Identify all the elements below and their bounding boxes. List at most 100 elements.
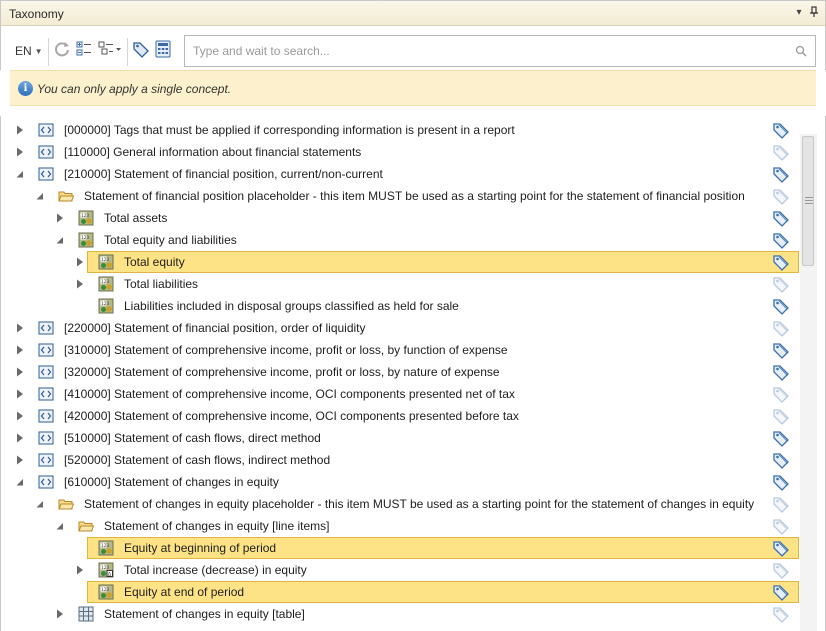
- panel-menu-icon[interactable]: ▾: [793, 6, 805, 20]
- tree-row-label: [310000] Statement of comprehensive inco…: [64, 343, 508, 357]
- tree-row[interactable]: [310000] Statement of comprehensive inco…: [1, 339, 801, 361]
- info-bar: i You can only apply a single concept.: [10, 70, 816, 106]
- apply-tag-icon[interactable]: [772, 209, 790, 227]
- tree-row[interactable]: [320000] Statement of comprehensive inco…: [1, 361, 801, 383]
- apply-tag-disabled-icon[interactable]: [772, 385, 790, 403]
- apply-tag-disabled-icon[interactable]: [772, 605, 790, 623]
- tree-row[interactable]: [110000] General information about finan…: [1, 141, 801, 163]
- tree-row[interactable]: 123 Total liabilities: [1, 273, 801, 295]
- apply-tag-disabled-icon[interactable]: [772, 495, 790, 513]
- tree-row-label: [110000] General information about finan…: [64, 145, 362, 159]
- expand-tree-icon[interactable]: [75, 40, 93, 58]
- apply-tag-disabled-icon[interactable]: [772, 143, 790, 161]
- collapse-arrow-icon[interactable]: [54, 520, 66, 532]
- collapse-arrow-icon[interactable]: [14, 168, 26, 180]
- tree-row[interactable]: Statement of changes in equity placehold…: [1, 493, 801, 515]
- tree-row-label: Statement of changes in equity [table]: [104, 607, 305, 621]
- tree-row[interactable]: Statement of financial position placehol…: [1, 185, 801, 207]
- apply-tag-disabled-icon[interactable]: [772, 275, 790, 293]
- section-icon: [38, 408, 54, 424]
- apply-tag-icon[interactable]: [772, 451, 790, 469]
- apply-tag-icon[interactable]: [772, 341, 790, 359]
- monetary-concept-icon: 123: [78, 232, 94, 248]
- search-box[interactable]: [184, 35, 816, 67]
- expand-arrow-icon[interactable]: [14, 344, 26, 356]
- tree-row[interactable]: 123 Total assets: [1, 207, 801, 229]
- tree-row[interactable]: 123 Total equity: [1, 251, 801, 273]
- collapse-arrow-icon[interactable]: [34, 190, 46, 202]
- section-icon: [38, 166, 54, 182]
- collapse-arrow-icon[interactable]: [34, 498, 46, 510]
- tree-row[interactable]: 123 Equity at beginning of period: [1, 537, 801, 559]
- expand-arrow-icon[interactable]: [14, 388, 26, 400]
- apply-tag-disabled-icon[interactable]: [772, 319, 790, 337]
- tree-row[interactable]: [210000] Statement of financial position…: [1, 163, 801, 185]
- expand-arrow-icon[interactable]: [74, 564, 86, 576]
- tree-row[interactable]: [420000] Statement of comprehensive inco…: [1, 405, 801, 427]
- tree-row[interactable]: 123 Liabilities included in disposal grou…: [1, 295, 801, 317]
- apply-tag-icon[interactable]: [772, 165, 790, 183]
- tree-row-label: [410000] Statement of comprehensive inco…: [64, 387, 515, 401]
- expand-arrow-icon[interactable]: [74, 256, 86, 268]
- tree-row-label: [220000] Statement of financial position…: [64, 321, 366, 335]
- expand-arrow-icon[interactable]: [14, 124, 26, 136]
- tag-filter-icon[interactable]: [132, 40, 150, 58]
- apply-tag-icon[interactable]: [772, 473, 790, 491]
- apply-tag-icon[interactable]: [772, 253, 790, 271]
- expand-arrow-icon[interactable]: [14, 322, 26, 334]
- expand-arrow-icon[interactable]: [54, 608, 66, 620]
- calculator-icon[interactable]: [154, 40, 172, 58]
- expand-arrow-icon[interactable]: [74, 278, 86, 290]
- tree-row[interactable]: [510000] Statement of cash flows, direct…: [1, 427, 801, 449]
- apply-tag-disabled-icon[interactable]: [772, 187, 790, 205]
- apply-tag-disabled-icon[interactable]: [772, 561, 790, 579]
- expand-arrow-icon[interactable]: [14, 432, 26, 444]
- section-icon: [38, 122, 54, 138]
- apply-tag-disabled-icon[interactable]: [772, 407, 790, 425]
- scrollbar-thumb[interactable]: [802, 136, 814, 266]
- tree-row[interactable]: 123 Total equity and liabilities: [1, 229, 801, 251]
- apply-tag-icon[interactable]: [772, 231, 790, 249]
- expand-arrow-icon[interactable]: [14, 410, 26, 422]
- svg-text:123: 123: [101, 257, 109, 263]
- tree-row[interactable]: [520000] Statement of cash flows, indire…: [1, 449, 801, 471]
- refresh-icon[interactable]: [53, 40, 71, 58]
- apply-tag-icon[interactable]: [772, 297, 790, 315]
- monetary-concept-icon: 123: [98, 276, 114, 292]
- tree-row[interactable]: [610000] Statement of changes in equity: [1, 471, 801, 493]
- expand-arrow-icon[interactable]: [54, 212, 66, 224]
- scrollbar-grip: [805, 203, 813, 204]
- language-label: EN: [15, 44, 32, 58]
- section-icon: [38, 342, 54, 358]
- apply-tag-disabled-icon[interactable]: [772, 517, 790, 535]
- tree-row[interactable]: [410000] Statement of comprehensive inco…: [1, 383, 801, 405]
- monetary-duration-icon: 123 ∆: [98, 562, 114, 578]
- tree-row[interactable]: [000000] Tags that must be applied if co…: [1, 119, 801, 141]
- tree-row[interactable]: 123 ∆ Total increase (decrease) in equity: [1, 559, 801, 581]
- search-input[interactable]: [185, 36, 775, 66]
- panel-titlebar: Taxonomy ▾: [0, 0, 826, 26]
- search-icon[interactable]: [795, 45, 807, 57]
- apply-tag-icon[interactable]: [772, 539, 790, 557]
- svg-text:123: 123: [81, 213, 89, 219]
- tree-row[interactable]: Statement of changes in equity [line ite…: [1, 515, 801, 537]
- svg-text:123: 123: [101, 543, 109, 549]
- vertical-scrollbar[interactable]: [800, 134, 817, 631]
- tree-view-options-icon[interactable]: [97, 40, 123, 58]
- collapse-arrow-icon[interactable]: [54, 234, 66, 246]
- expand-arrow-icon[interactable]: [14, 366, 26, 378]
- apply-tag-icon[interactable]: [772, 121, 790, 139]
- tree-row[interactable]: [220000] Statement of financial position…: [1, 317, 801, 339]
- tree-row-label: Total increase (decrease) in equity: [124, 563, 307, 577]
- language-selector[interactable]: EN ▼: [15, 44, 43, 58]
- collapse-arrow-icon[interactable]: [14, 476, 26, 488]
- pin-icon[interactable]: [808, 6, 820, 20]
- tree-row[interactable]: 123 Equity at end of period: [1, 581, 801, 603]
- apply-tag-icon[interactable]: [772, 429, 790, 447]
- expand-arrow-icon[interactable]: [14, 454, 26, 466]
- monetary-concept-icon: 123: [98, 298, 114, 314]
- expand-arrow-icon[interactable]: [14, 146, 26, 158]
- tree-row[interactable]: Statement of changes in equity [table]: [1, 603, 801, 625]
- apply-tag-icon[interactable]: [772, 583, 790, 601]
- apply-tag-icon[interactable]: [772, 363, 790, 381]
